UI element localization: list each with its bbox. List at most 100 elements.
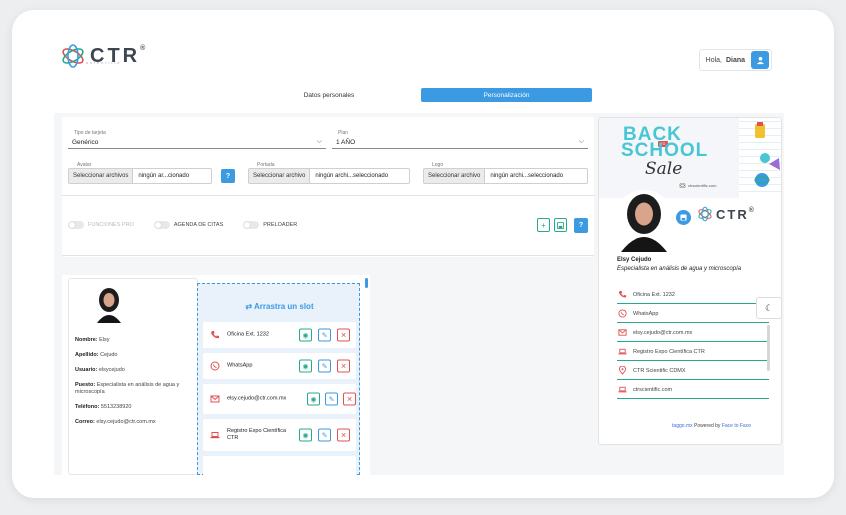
slot-dropzone[interactable]: ⇄ Arrastra un slot Oficina Ext. 1232 ◉ ✎… bbox=[197, 283, 360, 475]
pencil-icon: ✎ bbox=[321, 432, 328, 439]
slot-item[interactable]: Oficina Ext. 1232 ◉ ✎ ✕ bbox=[203, 322, 356, 348]
slot-item[interactable] bbox=[203, 456, 356, 475]
logo-file-name: ningún archi...seleccionado bbox=[490, 173, 564, 179]
chevron-down-icon: ⌵ bbox=[578, 138, 584, 145]
mail-icon bbox=[617, 328, 627, 338]
top-bar: CTR® scientific Hola, Diana bbox=[54, 35, 784, 85]
avatar-help-button[interactable]: ? bbox=[221, 169, 235, 183]
preview-link-location[interactable]: CTR Scientific CDMX bbox=[617, 362, 769, 380]
plan-label: Plan bbox=[336, 130, 351, 136]
card-type-select[interactable]: Tipo de tarjeta Genérico ⌵ bbox=[68, 130, 326, 149]
feature-toggles: FUNCIONES PRO AGENDA DE CITAS PRELOADER bbox=[68, 221, 317, 229]
logo-file-input[interactable]: Logo Seleccionar archivo ningún archi...… bbox=[423, 162, 588, 184]
close-icon: ✕ bbox=[346, 396, 353, 403]
toggle-switch[interactable] bbox=[153, 221, 170, 229]
card-type-value: Genérico bbox=[72, 139, 99, 146]
user-greeting[interactable]: Hola, Diana bbox=[698, 49, 772, 71]
brand-tagline: scientific bbox=[86, 60, 122, 65]
card-type-label: Tipo de tarjeta bbox=[72, 130, 108, 136]
tab-personal-data[interactable]: Datos personales bbox=[244, 88, 414, 102]
location-pin-icon bbox=[617, 366, 627, 376]
toggle-preloader[interactable]: PRELOADER bbox=[243, 221, 297, 229]
slot-item[interactable]: elsy.cejudo@ctr.com.mx ◉ ✎ ✕ bbox=[203, 384, 356, 414]
delete-button[interactable]: ✕ bbox=[337, 328, 350, 342]
avatar-select-button[interactable]: Seleccionar archivos bbox=[69, 169, 134, 183]
whatsapp-icon bbox=[210, 361, 220, 371]
logo-select-button[interactable]: Seleccionar archivo bbox=[424, 169, 486, 183]
phone-icon bbox=[211, 331, 219, 339]
avatar-file-name: ningún ar...cionado bbox=[138, 173, 190, 179]
edit-button[interactable]: ✎ bbox=[318, 328, 331, 342]
slot-item[interactable]: WhatsApp ◉ ✎ ✕ bbox=[203, 353, 356, 379]
avatar-file-input[interactable]: Avatar Seleccionar archivos ningún ar...… bbox=[68, 162, 212, 184]
cover-label: Portada bbox=[255, 162, 277, 168]
delete-button[interactable]: ✕ bbox=[343, 392, 356, 406]
mail-icon bbox=[210, 395, 220, 403]
face-to-face-link[interactable]: Face to Face bbox=[722, 423, 751, 429]
edit-button[interactable]: ✎ bbox=[318, 428, 331, 442]
preview-link-phone[interactable]: Oficina Ext. 1232 bbox=[617, 286, 769, 304]
slot-label: Oficina Ext. 1232 bbox=[227, 331, 269, 338]
profile-lastname-row: Apellido: Cejudo bbox=[75, 352, 118, 358]
plan-value: 1 AÑO bbox=[336, 139, 356, 146]
profile-card: Nombre: Elsy Apellido: Cejudo Usuario: e… bbox=[68, 278, 198, 475]
cover-banner: BACK TO SCHOOL Sale ctrscientific.com bbox=[599, 118, 781, 198]
pencil-icon: ✎ bbox=[321, 363, 328, 370]
preview-save-button[interactable] bbox=[676, 210, 691, 225]
visibility-button[interactable]: ◉ bbox=[299, 428, 312, 442]
preview-name: Elsy Cejudo bbox=[617, 257, 652, 263]
visibility-button[interactable]: ◉ bbox=[299, 359, 312, 373]
settings-panel: Tipo de tarjeta Genérico ⌵ Plan 1 AÑO ⌵ … bbox=[62, 117, 594, 257]
banner-sale: Sale bbox=[645, 159, 683, 179]
visibility-button[interactable]: ◉ bbox=[299, 328, 312, 342]
preview-link-email[interactable]: elsy.cejudo@ctr.com.mx bbox=[617, 324, 769, 342]
preview-link-whatsapp[interactable]: WhatsApp bbox=[617, 305, 769, 323]
toggle-label: AGENDA DE CITAS bbox=[173, 222, 224, 228]
add-slot-button[interactable]: + bbox=[537, 218, 550, 232]
greeting-text: Hola, bbox=[705, 56, 722, 64]
atom-logo-icon bbox=[679, 183, 686, 188]
app-screen: CTR® scientific Hola, Diana Datos person… bbox=[54, 35, 784, 475]
card-preview: BACK TO SCHOOL Sale ctrscientific.com CT… bbox=[598, 117, 782, 445]
toggle-switch[interactable] bbox=[243, 221, 260, 229]
preview-company-logo: CTR® bbox=[697, 206, 756, 222]
eye-icon: ◉ bbox=[302, 332, 309, 339]
tab-customization[interactable]: Personalización bbox=[421, 88, 592, 102]
eye-icon: ◉ bbox=[302, 363, 309, 370]
toggle-switch[interactable] bbox=[68, 221, 84, 229]
edit-button[interactable]: ✎ bbox=[318, 359, 331, 373]
pencil-icon: ✎ bbox=[328, 396, 335, 403]
phone-icon bbox=[617, 290, 627, 300]
chevron-down-icon: ⌵ bbox=[316, 138, 322, 145]
school-doodles-icon bbox=[754, 122, 780, 187]
taggo-link[interactable]: taggo.mx bbox=[672, 423, 693, 429]
plan-select[interactable]: Plan 1 AÑO ⌵ bbox=[332, 130, 588, 149]
toggle-appointments[interactable]: AGENDA DE CITAS bbox=[153, 221, 224, 229]
slot-item[interactable]: Registro Expo Científica CTR ◉ ✎ ✕ bbox=[203, 419, 356, 451]
preview-link-registration[interactable]: Registro Expo Científica CTR bbox=[617, 343, 769, 361]
whatsapp-icon bbox=[617, 309, 627, 319]
eye-icon: ◉ bbox=[302, 432, 309, 439]
user-menu-button[interactable] bbox=[751, 51, 769, 69]
divider bbox=[62, 195, 594, 196]
dark-mode-button[interactable]: ☾ bbox=[756, 297, 782, 319]
visibility-button[interactable]: ◉ bbox=[307, 392, 320, 406]
preview-scrollbar[interactable] bbox=[767, 325, 770, 371]
edit-button[interactable]: ✎ bbox=[325, 392, 338, 406]
preview-footer: taggo.mx Powered by Face to Face bbox=[672, 423, 751, 429]
cover-file-input[interactable]: Portada Seleccionar archivo ningún archi… bbox=[248, 162, 410, 184]
delete-button[interactable]: ✕ bbox=[337, 359, 350, 373]
save-button[interactable] bbox=[554, 218, 567, 232]
toggle-pro-features[interactable]: FUNCIONES PRO bbox=[68, 221, 134, 229]
swap-arrows-icon: ⇄ bbox=[245, 302, 253, 311]
eye-icon: ◉ bbox=[310, 396, 317, 403]
laptop-icon bbox=[617, 385, 627, 395]
delete-button[interactable]: ✕ bbox=[337, 428, 350, 442]
preview-brand-name: CTR® bbox=[716, 206, 756, 222]
help-button[interactable]: ? bbox=[574, 218, 588, 233]
close-icon: ✕ bbox=[340, 363, 347, 370]
editor-scrollbar[interactable] bbox=[365, 278, 368, 288]
cover-select-button[interactable]: Seleccionar archivo bbox=[249, 169, 311, 183]
profile-email-row: Correo: elsy.cejudo@ctr.com.mx bbox=[75, 419, 156, 425]
preview-link-website[interactable]: ctrscientific.com bbox=[617, 381, 769, 399]
